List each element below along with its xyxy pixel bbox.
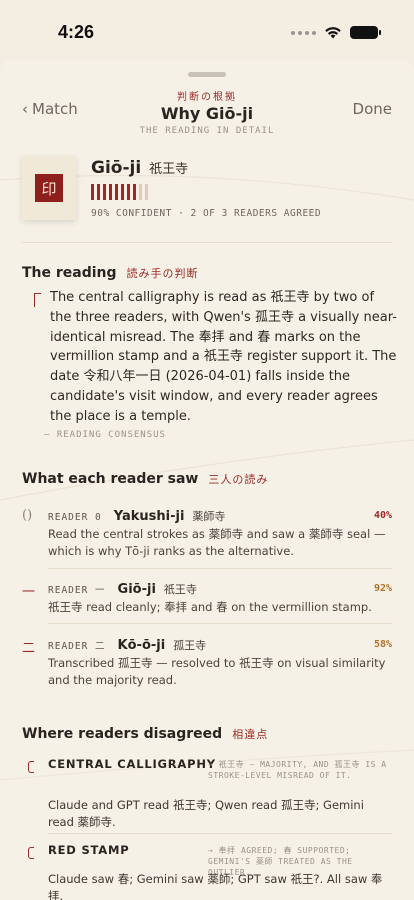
divider <box>48 623 392 624</box>
page-subtitle: THE READING IN DETAIL <box>139 126 275 136</box>
reader-label: READER 二 <box>48 641 106 652</box>
disagreement-resolution: → 祇王寺 — MAJORITY, AND 孤王寺 IS A STROKE-LE… <box>208 760 387 780</box>
match-header: 印 Giō-ji 祇王寺 90% CONFIDENT · 2 OF 3 READ… <box>22 154 392 244</box>
confidence-tick <box>115 184 118 200</box>
confidence-tick <box>133 184 136 200</box>
reader-name: Yakushi-ji <box>113 509 185 524</box>
reading-title-jp: 読み手の判断 <box>126 267 199 280</box>
disagree-title: Where readers disagreed <box>22 726 223 742</box>
wifi-icon <box>325 27 341 39</box>
confidence-tick <box>139 184 142 200</box>
confidence-tick <box>121 184 124 200</box>
match-name: Giō-ji 祇王寺 <box>91 158 188 178</box>
reader-head: READER 二 Kō-ō-ji 孤王寺 <box>48 637 206 653</box>
reader-confidence: 58% <box>373 639 392 650</box>
reader-mark: 一 <box>22 585 36 600</box>
reading-title: The reading <box>22 265 117 281</box>
status-icons <box>291 26 381 39</box>
reader-kanji: 孤王寺 <box>173 639 207 652</box>
detail-sheet: ‹ Match 判断の根拠 Why Giō-ji THE READING IN … <box>0 60 414 900</box>
status-time: 4:26 <box>58 22 95 42</box>
signal-icon <box>291 30 316 35</box>
confidence-tick <box>103 184 106 200</box>
disagree-section-title: Where readers disagreed 相違点 <box>22 726 268 742</box>
reader-kanji: 薬師寺 <box>192 510 226 523</box>
disagreement-description: Claude and GPT read 祇王寺; Qwen read 孤王寺; … <box>48 798 364 829</box>
seal-stamp-icon: 印 <box>35 174 63 202</box>
confidence-tick <box>145 184 148 200</box>
disagreement-description: Claude saw 春; Gemini saw 薬師; GPT saw 祇王?… <box>48 872 383 900</box>
divider <box>48 568 392 569</box>
sheet-grabber[interactable] <box>188 72 226 77</box>
reader-label: READER 一 <box>48 585 106 596</box>
reader-name: Giō-ji <box>117 582 156 597</box>
reader-kanji: 祇王寺 <box>163 583 197 596</box>
disagree-title-jp: 相違点 <box>232 728 269 741</box>
match-name-kanji: 祇王寺 <box>149 162 189 177</box>
reader-name: Kō-ō-ji <box>117 638 166 653</box>
reader-description: Read the central strokes as 薬師寺 and saw … <box>48 527 386 558</box>
divider <box>22 242 392 243</box>
reader-mark: () <box>22 508 33 523</box>
reading-footer: — READING CONSENSUS <box>44 430 166 440</box>
disagreement-heading: CENTRAL CALLIGRAPHY <box>48 757 216 771</box>
reader-head: READER 一 Giō-ji 祇王寺 <box>48 581 197 597</box>
readers-section-title: What each reader saw 三人の読み <box>22 471 268 487</box>
confidence-meta: 90% CONFIDENT · 2 OF 3 READERS AGREED <box>91 208 322 219</box>
reader-head: READER 0 Yakushi-ji 薬師寺 <box>48 508 225 524</box>
confidence-tick <box>91 184 94 200</box>
reader-label: READER 0 <box>48 512 102 523</box>
bracket-icon <box>28 761 34 773</box>
confidence-tick <box>109 184 112 200</box>
confidence-tick <box>127 184 130 200</box>
match-name-roman: Giō-ji <box>91 158 142 178</box>
reader-confidence: 92% <box>373 583 392 594</box>
quote-bracket-icon <box>34 293 41 307</box>
reader-description: 祇王寺 read cleanly; 奉拝 and 春 on the vermil… <box>48 600 372 614</box>
confidence-tick <box>97 184 100 200</box>
seal-thumbnail[interactable]: 印 <box>22 156 76 220</box>
confidence-meter <box>91 184 148 200</box>
reading-text: The central calligraphy is read as 祇王寺 b… <box>50 290 397 424</box>
reader-description: Transcribed 孤王寺 — resolved to 祇王寺 on vis… <box>48 656 386 687</box>
done-button[interactable]: Done <box>353 100 392 118</box>
bracket-icon <box>28 847 34 859</box>
readers-title: What each reader saw <box>22 471 199 487</box>
readers-title-jp: 三人の読み <box>208 473 269 486</box>
reader-mark: 二 <box>22 641 36 656</box>
reading-section-title: The reading 読み手の判断 <box>22 265 199 281</box>
status-bar: 4:26 <box>0 0 414 60</box>
disagreement-heading: RED STAMP <box>48 843 130 857</box>
divider <box>48 833 392 834</box>
battery-icon <box>350 26 381 39</box>
reader-confidence: 40% <box>373 510 392 521</box>
